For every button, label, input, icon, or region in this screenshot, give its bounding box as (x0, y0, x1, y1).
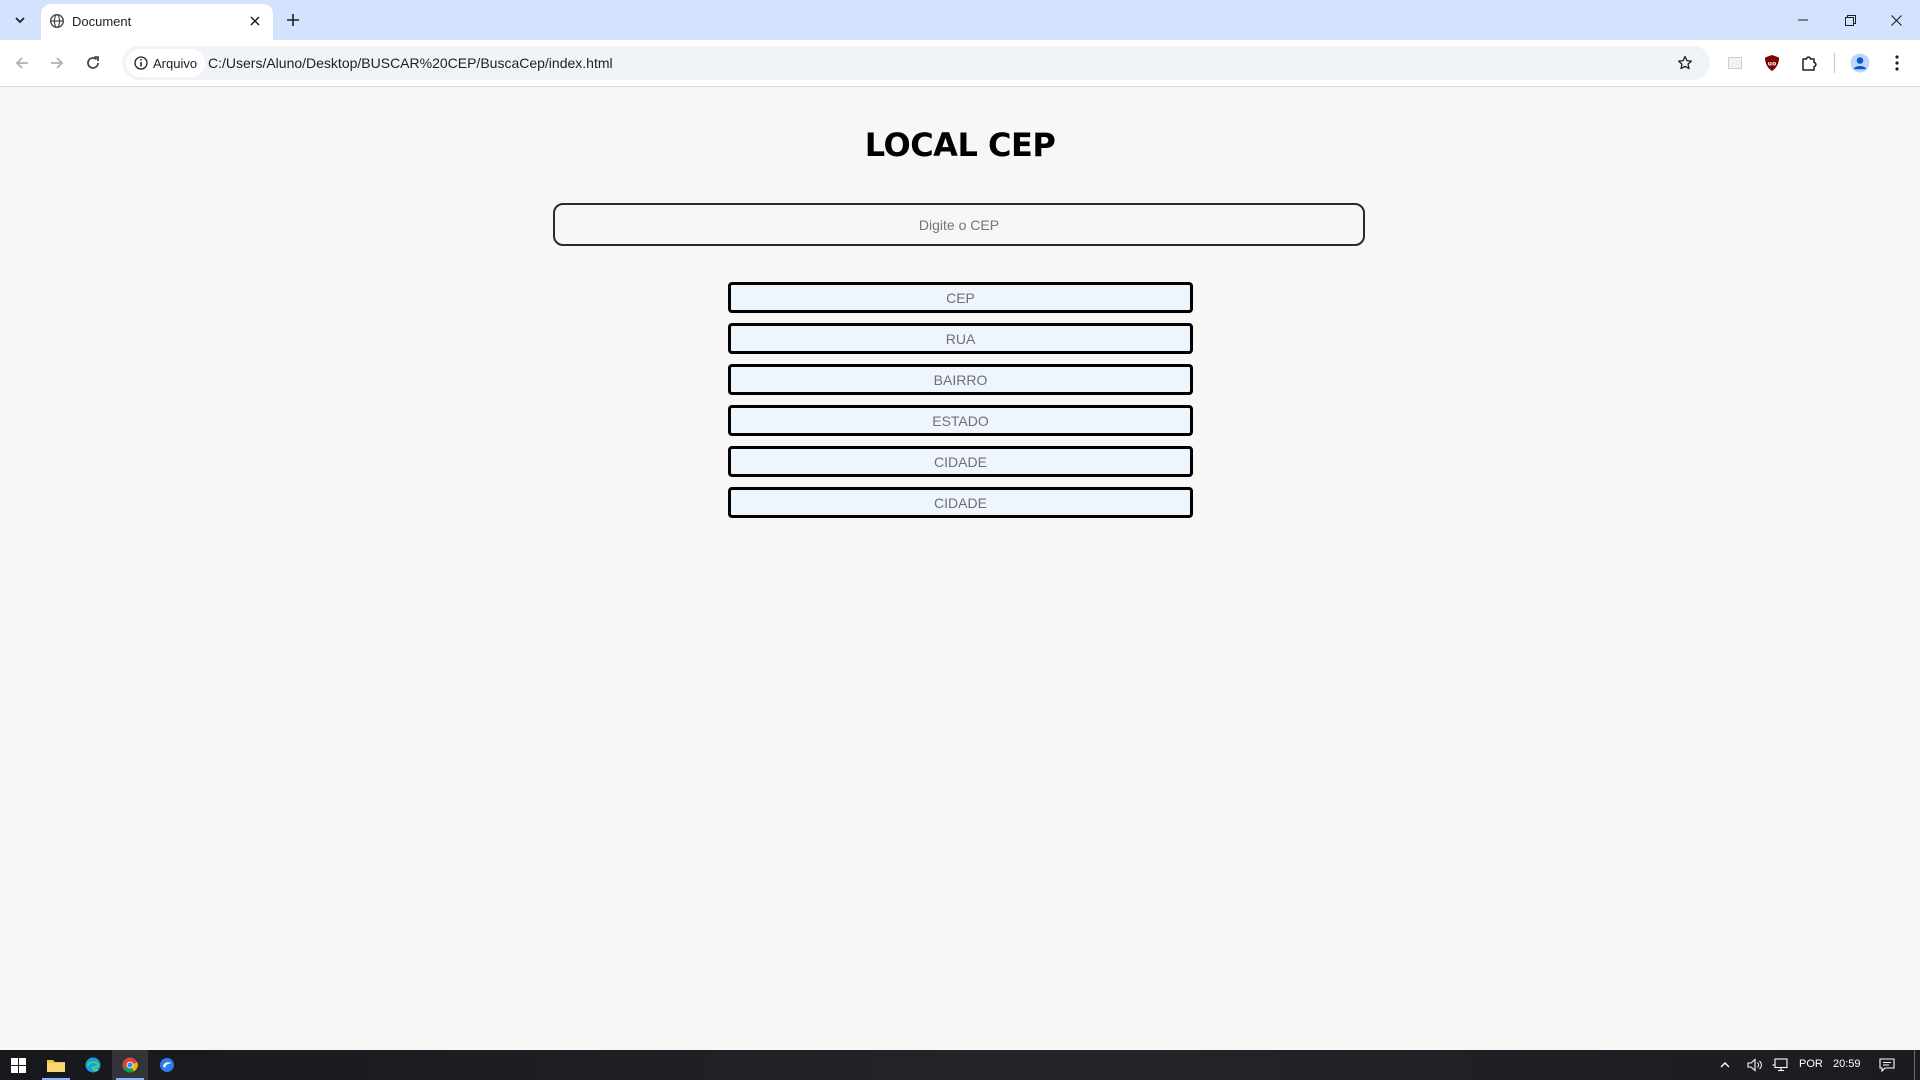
chevron-up-icon (1720, 1062, 1730, 1068)
bookmark-button[interactable] (1670, 48, 1700, 78)
address-bar[interactable]: Arquivo C:/Users/Aluno/Desktop/BUSCAR%20… (122, 46, 1710, 80)
edge-icon (85, 1057, 101, 1073)
shield-icon: uo (1765, 55, 1779, 71)
profile-button[interactable] (1845, 48, 1875, 78)
kebab-menu-icon (1895, 55, 1899, 71)
tab-close-button[interactable] (245, 11, 265, 31)
chevron-down-icon (15, 17, 25, 24)
minimize-button[interactable] (1780, 0, 1826, 40)
site-chip-label: Arquivo (153, 55, 198, 71)
browser-toolbar: Arquivo C:/Users/Aluno/Desktop/BUSCAR%20… (0, 40, 1920, 87)
puzzle-icon (1802, 56, 1817, 71)
arrow-right-icon (51, 57, 64, 69)
notifications-button[interactable] (1873, 1050, 1901, 1080)
menu-button[interactable] (1882, 48, 1912, 78)
page-title: LOCAL CEP (864, 126, 1056, 164)
start-button[interactable] (0, 1050, 36, 1080)
notification-icon (1879, 1058, 1895, 1072)
language-indicator[interactable]: POR (1799, 1058, 1823, 1070)
chrome-icon (122, 1057, 138, 1073)
window-close-button[interactable] (1873, 0, 1919, 40)
app-icon (160, 1058, 174, 1072)
speaker-icon (1747, 1058, 1762, 1072)
globe-icon (49, 13, 65, 29)
reload-icon (87, 56, 99, 69)
extension-placeholder-icon (1728, 57, 1742, 69)
extension-blank-button[interactable] (1720, 48, 1750, 78)
close-icon (250, 16, 260, 26)
cidade-field-2[interactable] (728, 487, 1193, 518)
restore-button[interactable] (1827, 0, 1873, 40)
back-button[interactable] (7, 48, 37, 78)
tab-title: Document (72, 14, 132, 29)
restore-icon (1844, 14, 1856, 26)
cep-search-input[interactable] (553, 203, 1365, 246)
volume-button[interactable] (1743, 1050, 1767, 1080)
new-tab-button[interactable] (280, 8, 306, 32)
site-info-chip[interactable]: Arquivo (126, 49, 206, 77)
tab-search-button[interactable] (6, 8, 34, 32)
show-desktop-button[interactable] (1914, 1050, 1920, 1080)
ublock-extension-button[interactable]: uo (1757, 48, 1787, 78)
estado-field[interactable] (728, 405, 1193, 436)
windows-logo-icon (10, 1057, 26, 1073)
toolbar-separator (1834, 53, 1835, 73)
forward-button[interactable] (42, 48, 72, 78)
person-icon (1850, 53, 1870, 73)
taskbar-chrome[interactable] (112, 1050, 148, 1080)
tab-strip: Document (0, 0, 1920, 40)
network-button[interactable] (1768, 1050, 1792, 1080)
network-icon (1772, 1058, 1788, 1072)
close-icon (1890, 14, 1902, 26)
taskbar-app[interactable] (149, 1050, 185, 1080)
taskbar: POR 20:59 (0, 1050, 1920, 1080)
arrow-left-icon (15, 57, 28, 69)
tray-overflow-button[interactable] (1714, 1050, 1736, 1080)
info-icon (134, 56, 148, 70)
star-icon (1677, 55, 1693, 70)
bairro-field[interactable] (728, 364, 1193, 395)
svg-text:uo: uo (1768, 61, 1776, 68)
clock-time[interactable]: 20:59 (1833, 1058, 1861, 1070)
cep-field[interactable] (728, 282, 1193, 313)
minimize-icon (1798, 19, 1808, 21)
extensions-button[interactable] (1794, 48, 1824, 78)
taskbar-file-explorer[interactable] (38, 1050, 74, 1080)
plus-icon (287, 14, 299, 26)
url-text[interactable]: C:/Users/Aluno/Desktop/BUSCAR%20CEP/Busc… (208, 55, 613, 71)
folder-icon (47, 1060, 65, 1072)
tab-document[interactable]: Document (41, 4, 273, 40)
reload-button[interactable] (78, 48, 108, 78)
rua-field[interactable] (728, 323, 1193, 354)
cidade-field[interactable] (728, 446, 1193, 477)
taskbar-edge[interactable] (75, 1050, 111, 1080)
